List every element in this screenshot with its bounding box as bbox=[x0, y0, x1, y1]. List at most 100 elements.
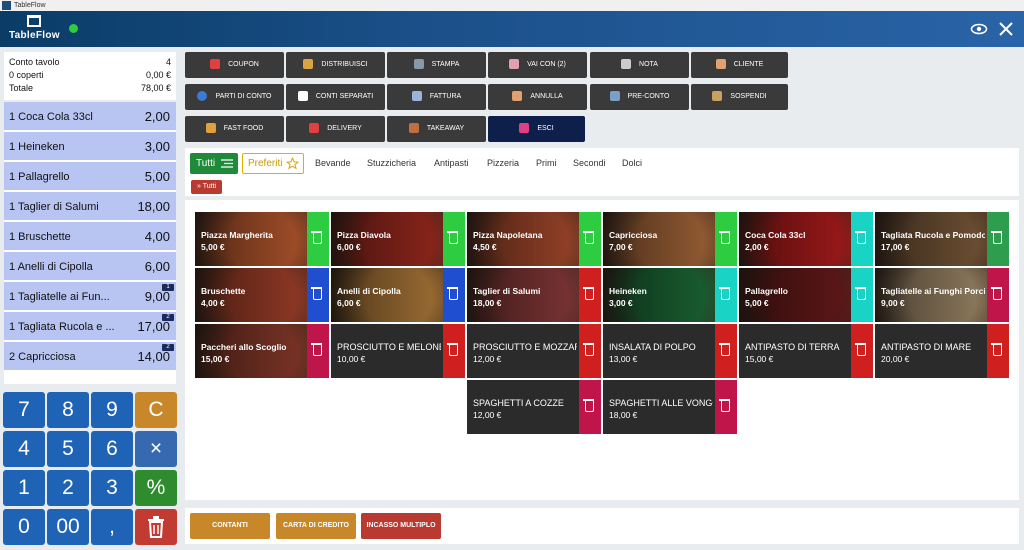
product-add-button[interactable] bbox=[851, 212, 873, 266]
category-tab-bevande[interactable]: Bevande bbox=[315, 158, 351, 168]
product-add-button[interactable] bbox=[307, 324, 329, 378]
close-icon[interactable] bbox=[997, 20, 1015, 38]
order-item[interactable]: 1 Tagliatelle ai Fun... 9,00 1 bbox=[4, 282, 176, 311]
product-add-button[interactable] bbox=[987, 324, 1009, 378]
order-item[interactable]: 1 Tagliata Rucola e ... 17,00 2 bbox=[4, 312, 176, 341]
product-tile[interactable]: Taglier di Salumi 18,00 € bbox=[467, 268, 601, 322]
key-3[interactable]: 3 bbox=[91, 470, 133, 506]
fattura-button[interactable]: FATTURA bbox=[387, 84, 486, 110]
product-tile[interactable]: Bruschette 4,00 € bbox=[195, 268, 329, 322]
order-item[interactable]: 2 Capricciosa 14,00 2 bbox=[4, 342, 176, 371]
trash-icon[interactable] bbox=[135, 509, 177, 545]
product-tile[interactable]: Tagliata Rucola e Pomodoro 17,00 € bbox=[875, 212, 1009, 266]
product-add-button[interactable] bbox=[579, 324, 601, 378]
product-add-button[interactable] bbox=[715, 324, 737, 378]
key-comma[interactable]: , bbox=[91, 509, 133, 545]
fast-food-button[interactable]: FAST FOOD bbox=[185, 116, 284, 142]
product-add-button[interactable] bbox=[307, 212, 329, 266]
esci-button[interactable]: ESCI bbox=[488, 116, 585, 142]
category-all-button[interactable]: Tutti bbox=[190, 153, 238, 174]
sospendi-button[interactable]: SOSPENDI bbox=[691, 84, 788, 110]
nota-button[interactable]: NOTA bbox=[590, 52, 689, 78]
key-0[interactable]: 0 bbox=[3, 509, 45, 545]
product-add-button[interactable] bbox=[851, 324, 873, 378]
credit-card-payment-button[interactable]: CARTA DI CREDITO bbox=[276, 513, 356, 539]
product-add-button[interactable] bbox=[851, 268, 873, 322]
product-add-button[interactable] bbox=[715, 268, 737, 322]
delivery-button[interactable]: DELIVERY bbox=[286, 116, 385, 142]
category-favorites-label: Preferiti bbox=[248, 158, 283, 169]
product-add-button[interactable] bbox=[987, 212, 1009, 266]
breadcrumb[interactable]: » Tutti bbox=[191, 180, 223, 194]
order-item[interactable]: 1 Pallagrello 5,00 bbox=[4, 162, 176, 191]
coupon-button[interactable]: COUPON bbox=[185, 52, 284, 78]
product-add-button[interactable] bbox=[715, 380, 737, 434]
eye-icon[interactable] bbox=[970, 20, 988, 38]
takeaway-button[interactable]: TAKEAWAY bbox=[387, 116, 486, 142]
category-favorites-button[interactable]: Preferiti bbox=[242, 153, 304, 174]
key-5[interactable]: 5 bbox=[47, 431, 89, 467]
cliente-button[interactable]: CLIENTE bbox=[691, 52, 788, 78]
category-tab-secondi[interactable]: Secondi bbox=[573, 158, 606, 168]
key-6[interactable]: 6 bbox=[91, 431, 133, 467]
product-add-button[interactable] bbox=[579, 268, 601, 322]
product-add-button[interactable] bbox=[443, 212, 465, 266]
key-clear[interactable]: C bbox=[135, 392, 177, 428]
key-00[interactable]: 00 bbox=[47, 509, 89, 545]
product-tile[interactable]: Piazza Margherita 5,00 € bbox=[195, 212, 329, 266]
stampa-button[interactable]: STAMPA bbox=[387, 52, 486, 78]
product-tile[interactable]: SPAGHETTI ALLE VONGOLE 18,00 € bbox=[603, 380, 737, 434]
order-item[interactable]: 1 Coca Cola 33cl 2,00 bbox=[4, 102, 176, 131]
product-tile[interactable]: Pizza Diavola 6,00 € bbox=[331, 212, 465, 266]
product-add-button[interactable] bbox=[443, 268, 465, 322]
product-add-button[interactable] bbox=[715, 212, 737, 266]
product-tile[interactable]: ANTIPASTO DI MARE 20,00 € bbox=[875, 324, 1009, 378]
order-item[interactable]: 1 Heineken 3,00 bbox=[4, 132, 176, 161]
key-2[interactable]: 2 bbox=[47, 470, 89, 506]
category-tab-pizzeria[interactable]: Pizzeria bbox=[487, 158, 519, 168]
product-tile[interactable]: Anelli di Cipolla 6,00 € bbox=[331, 268, 465, 322]
key-4[interactable]: 4 bbox=[3, 431, 45, 467]
key-7[interactable]: 7 bbox=[3, 392, 45, 428]
key-9[interactable]: 9 bbox=[91, 392, 133, 428]
order-list[interactable]: 1 Coca Cola 33cl 2,00 1 Heineken 3,00 1 … bbox=[4, 102, 176, 384]
person-icon bbox=[509, 59, 520, 70]
product-tile[interactable]: Heineken 3,00 € bbox=[603, 268, 737, 322]
conti-separati-button[interactable]: CONTI SEPARATI bbox=[286, 84, 385, 110]
category-tab-primi[interactable]: Primi bbox=[536, 158, 557, 168]
product-add-button[interactable] bbox=[443, 324, 465, 378]
parti-di-conto-button[interactable]: PARTI DI CONTO bbox=[185, 84, 284, 110]
category-tab-stuzzicheria[interactable]: Stuzzicheria bbox=[367, 158, 416, 168]
product-tile[interactable]: Coca Cola 33cl 2,00 € bbox=[739, 212, 873, 266]
pre-conto-button[interactable]: PRE-CONTO bbox=[590, 84, 689, 110]
product-tile[interactable]: INSALATA DI POLPO 13,00 € bbox=[603, 324, 737, 378]
key-1[interactable]: 1 bbox=[3, 470, 45, 506]
product-tile[interactable]: PROSCIUTTO E MOZZARELLA 12,00 € bbox=[467, 324, 601, 378]
category-tab-dolci[interactable]: Dolci bbox=[622, 158, 642, 168]
multiple-payment-button[interactable]: INCASSO MULTIPLO bbox=[361, 513, 441, 539]
product-tile[interactable]: Capricciosa 7,00 € bbox=[603, 212, 737, 266]
summary-label: Totale bbox=[9, 83, 34, 93]
category-tab-antipasti[interactable]: Antipasti bbox=[434, 158, 469, 168]
product-add-button[interactable] bbox=[307, 268, 329, 322]
product-add-button[interactable] bbox=[579, 380, 601, 434]
cash-payment-button[interactable]: CONTANTI bbox=[190, 513, 270, 539]
product-tile[interactable]: Tagliatelle ai Funghi Porcini 9,00 € bbox=[875, 268, 1009, 322]
product-tile[interactable]: ANTIPASTO DI TERRA 15,00 € bbox=[739, 324, 873, 378]
product-add-button[interactable] bbox=[987, 268, 1009, 322]
product-tile[interactable]: PROSCIUTTO E MELONE 10,00 € bbox=[331, 324, 465, 378]
product-tile[interactable]: Pallagrello 5,00 € bbox=[739, 268, 873, 322]
product-tile[interactable]: SPAGHETTI A COZZE 12,00 € bbox=[467, 380, 601, 434]
product-add-button[interactable] bbox=[579, 212, 601, 266]
key-multiply[interactable]: × bbox=[135, 431, 177, 467]
distribuisci-button[interactable]: DISTRIBUISCI bbox=[286, 52, 385, 78]
key-8[interactable]: 8 bbox=[47, 392, 89, 428]
product-tile[interactable]: Pizza Napoletana 4,50 € bbox=[467, 212, 601, 266]
annulla-button[interactable]: ANNULLA bbox=[488, 84, 587, 110]
order-item[interactable]: 1 Taglier di Salumi 18,00 bbox=[4, 192, 176, 221]
order-item[interactable]: 1 Bruschette 4,00 bbox=[4, 222, 176, 251]
order-item[interactable]: 1 Anelli di Cipolla 6,00 bbox=[4, 252, 176, 281]
key-percent[interactable]: % bbox=[135, 470, 177, 506]
vai-con-button[interactable]: VAI CON (2) bbox=[488, 52, 587, 78]
product-tile[interactable]: Paccheri allo Scoglio 15,00 € bbox=[195, 324, 329, 378]
